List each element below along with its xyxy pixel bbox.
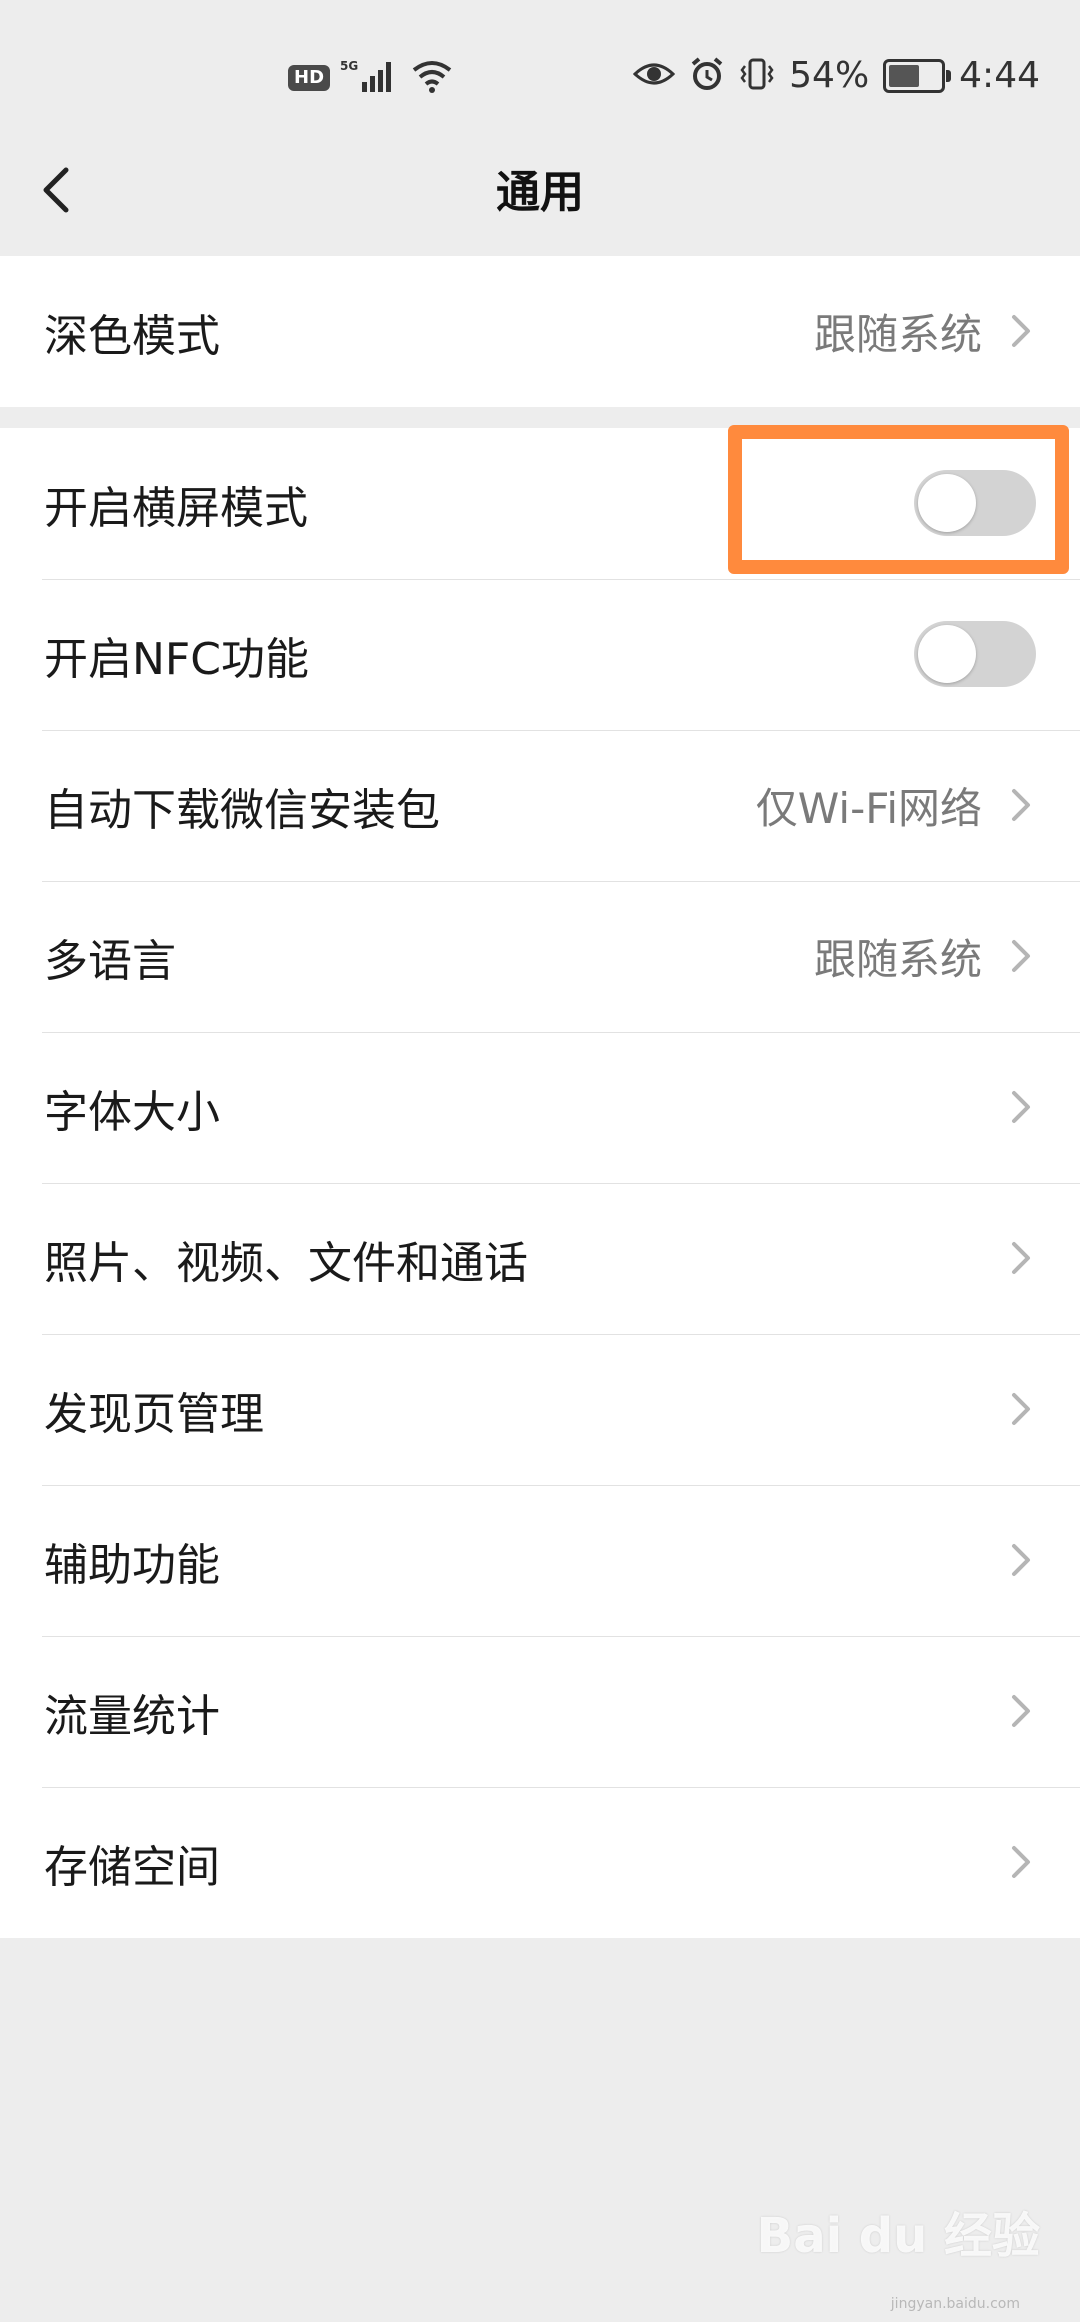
toggle-knob [918,625,976,683]
row-data-usage[interactable]: 流量统计 [0,1636,1080,1787]
highlight-annotation [728,425,1069,574]
row-label: 辅助功能 [44,1539,220,1591]
row-value: 仅Wi-Fi网络 [755,784,982,833]
row-language[interactable]: 多语言 跟随系统 [0,881,1080,1032]
chevron-right-icon [1012,789,1030,821]
nfc-toggle[interactable] [914,621,1036,687]
row-label: 流量统计 [44,1690,220,1742]
chevron-right-icon [1012,940,1030,972]
chevron-right-icon [1012,1695,1030,1727]
chevron-right-icon [1012,1846,1030,1878]
chevron-right-icon [1012,1242,1030,1274]
chevron-right-icon [1012,1091,1030,1123]
hd-icon: HD [288,65,331,91]
navigation-header: 通用 [0,130,1080,250]
row-value: 跟随系统 [813,310,982,359]
vibrate-icon [739,56,775,96]
row-label: 发现页管理 [44,1388,264,1440]
watermark-logo: Bai du 经验 [756,2208,1040,2264]
eye-icon [632,59,676,93]
wifi-icon [410,58,454,98]
status-left: HD 5G [288,58,454,98]
row-label: 开启横屏模式 [44,482,308,534]
row-label: 自动下载微信安装包 [44,784,440,836]
svg-text:5G: 5G [340,59,358,73]
battery-icon [883,59,952,93]
row-storage[interactable]: 存储空间 [0,1787,1080,1938]
row-auto-download[interactable]: 自动下载微信安装包 仅Wi-Fi网络 [0,730,1080,881]
page-title: 通用 [496,167,584,218]
row-label: 照片、视频、文件和通话 [44,1237,528,1289]
battery-percent: 54% [789,55,870,96]
signal-icon: 5G [340,58,400,98]
row-accessibility[interactable]: 辅助功能 [0,1485,1080,1636]
row-dark-mode[interactable]: 深色模式 跟随系统 [0,256,1080,407]
row-media-files-calls[interactable]: 照片、视频、文件和通话 [0,1183,1080,1334]
row-label: 字体大小 [44,1086,220,1138]
settings-group-display: 深色模式 跟随系统 [0,256,1080,407]
status-right: 54% 4:44 [632,55,1040,96]
settings-group-general: 开启横屏模式 开启NFC功能 自动下载微信安装包 仅Wi-Fi网络 多语言 跟随… [0,428,1080,1938]
row-font-size[interactable]: 字体大小 [0,1032,1080,1183]
row-label: 存储空间 [44,1841,220,1893]
row-label: 多语言 [44,935,176,987]
chevron-right-icon [1012,1544,1030,1576]
watermark-url: jingyan.baidu.com [890,2296,1020,2312]
row-value: 跟随系统 [813,935,982,984]
row-discover-management[interactable]: 发现页管理 [0,1334,1080,1485]
row-label: 开启NFC功能 [44,633,309,685]
chevron-right-icon [1012,315,1030,347]
row-label: 深色模式 [44,310,220,362]
alarm-icon [689,56,725,96]
chevron-right-icon [1012,1393,1030,1425]
clock: 4:44 [959,55,1040,96]
row-nfc: 开启NFC功能 [0,579,1080,730]
